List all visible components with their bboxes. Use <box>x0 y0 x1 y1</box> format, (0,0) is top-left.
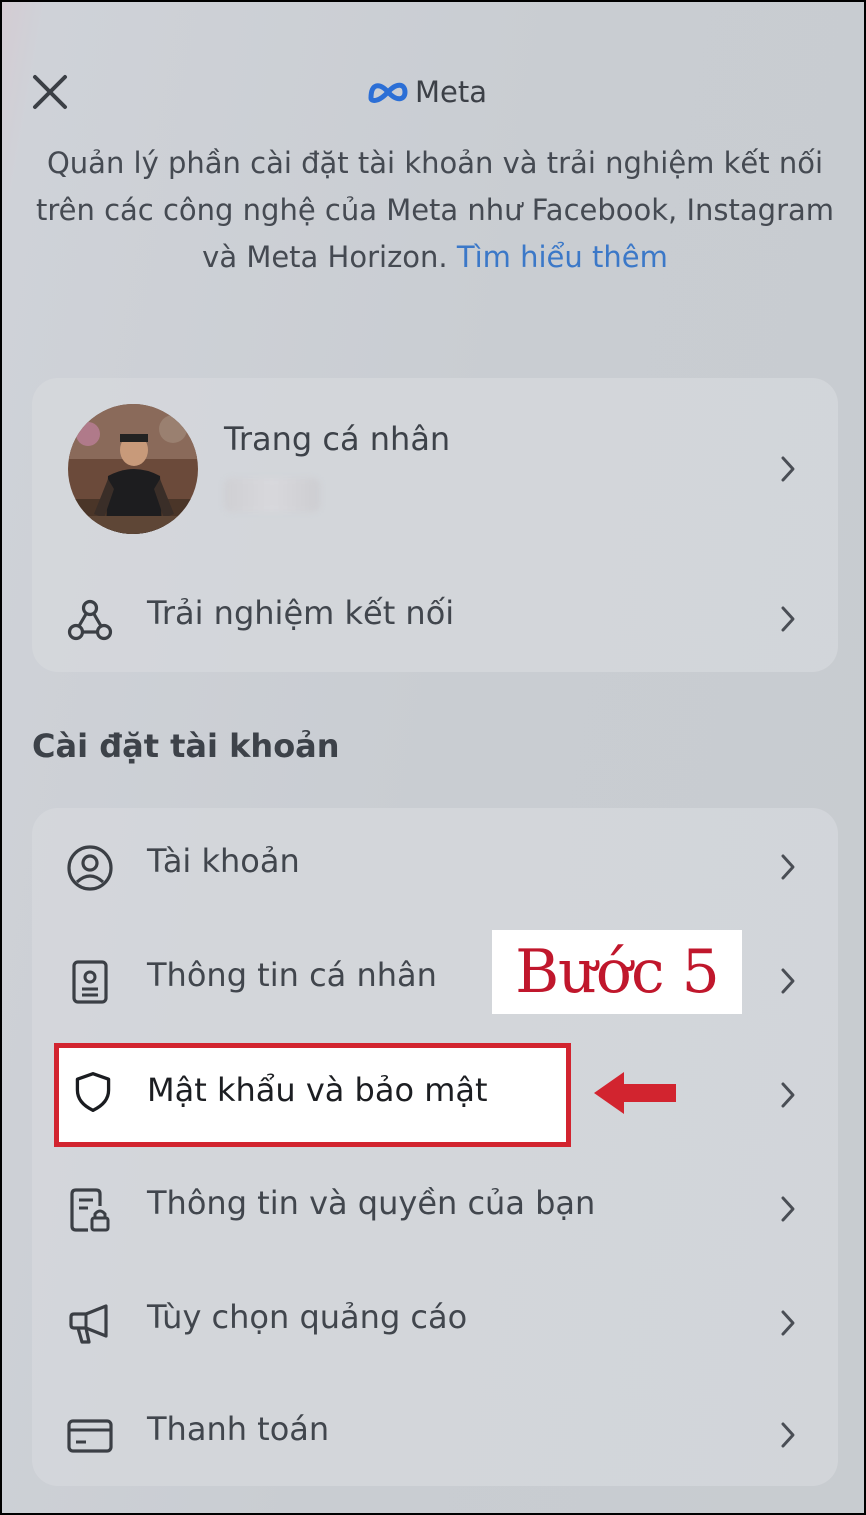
settings-item-label: Thanh toán <box>147 1410 330 1448</box>
chevron-right-icon <box>781 1196 795 1222</box>
intro-description: Quản lý phần cài đặt tài khoản và trải n… <box>35 146 835 274</box>
brand-name: Meta <box>415 75 488 109</box>
chevron-right-icon <box>781 606 795 632</box>
chevron-right-icon <box>781 456 795 482</box>
profile-card: Trang cá nhân Trải nghiệm kết nối <box>32 378 838 672</box>
close-icon <box>33 75 67 109</box>
profile-title: Trang cá nhân <box>224 420 451 458</box>
settings-item-label: Thông tin và quyền của bạn <box>147 1184 596 1222</box>
settings-item-label: Tài khoản <box>147 842 300 880</box>
account-settings-heading: Cài đặt tài khoản <box>32 727 340 765</box>
connected-experiences-row[interactable]: Trải nghiệm kết nối <box>32 566 838 666</box>
id-card-icon <box>72 960 108 1004</box>
settings-item-your-info-permissions[interactable]: Thông tin và quyền của bạn <box>32 1156 838 1256</box>
meta-logo: Meta <box>367 72 487 112</box>
settings-item-account[interactable]: Tài khoản <box>32 814 838 914</box>
avatar <box>68 404 198 534</box>
settings-item-label: Mật khẩu và bảo mật <box>147 1071 488 1109</box>
settings-item-label: Thông tin cá nhân <box>147 956 437 994</box>
megaphone-icon <box>69 1304 108 1344</box>
account-settings-card: Tài khoản Thông tin cá nhân Thông tin và… <box>32 808 838 1486</box>
settings-item-ad-preferences[interactable]: Tùy chọn quảng cáo <box>32 1270 838 1370</box>
meta-accounts-center-screen: Meta Quản lý phần cài đặt tài khoản và t… <box>0 0 866 1515</box>
intro-text: Quản lý phần cài đặt tài khoản và trải n… <box>22 140 848 281</box>
profile-name-redacted <box>224 478 320 512</box>
chevron-right-icon <box>781 1082 795 1108</box>
connected-experiences-label: Trải nghiệm kết nối <box>147 594 455 632</box>
chevron-right-icon <box>781 1422 795 1448</box>
shield-icon <box>75 1072 111 1112</box>
settings-item-label: Tùy chọn quảng cáo <box>147 1298 468 1336</box>
settings-item-payments[interactable]: Thanh toán <box>32 1382 838 1482</box>
chevron-right-icon <box>781 854 795 880</box>
learn-more-link[interactable]: Tìm hiểu thêm <box>457 240 668 274</box>
credit-card-icon <box>67 1419 113 1453</box>
document-lock-icon <box>70 1188 110 1232</box>
meta-infinity-icon <box>368 82 408 103</box>
step-annotation: Bước 5 <box>492 930 742 1014</box>
close-button[interactable] <box>30 72 70 112</box>
arrow-left-icon <box>594 1072 676 1114</box>
password-security-highlight[interactable]: Mật khẩu và bảo mật <box>54 1043 571 1147</box>
user-circle-icon <box>67 845 113 891</box>
profile-row[interactable]: Trang cá nhân <box>32 378 838 558</box>
connected-nodes-icon <box>67 599 113 641</box>
chevron-right-icon <box>781 1310 795 1336</box>
chevron-right-icon <box>781 968 795 994</box>
